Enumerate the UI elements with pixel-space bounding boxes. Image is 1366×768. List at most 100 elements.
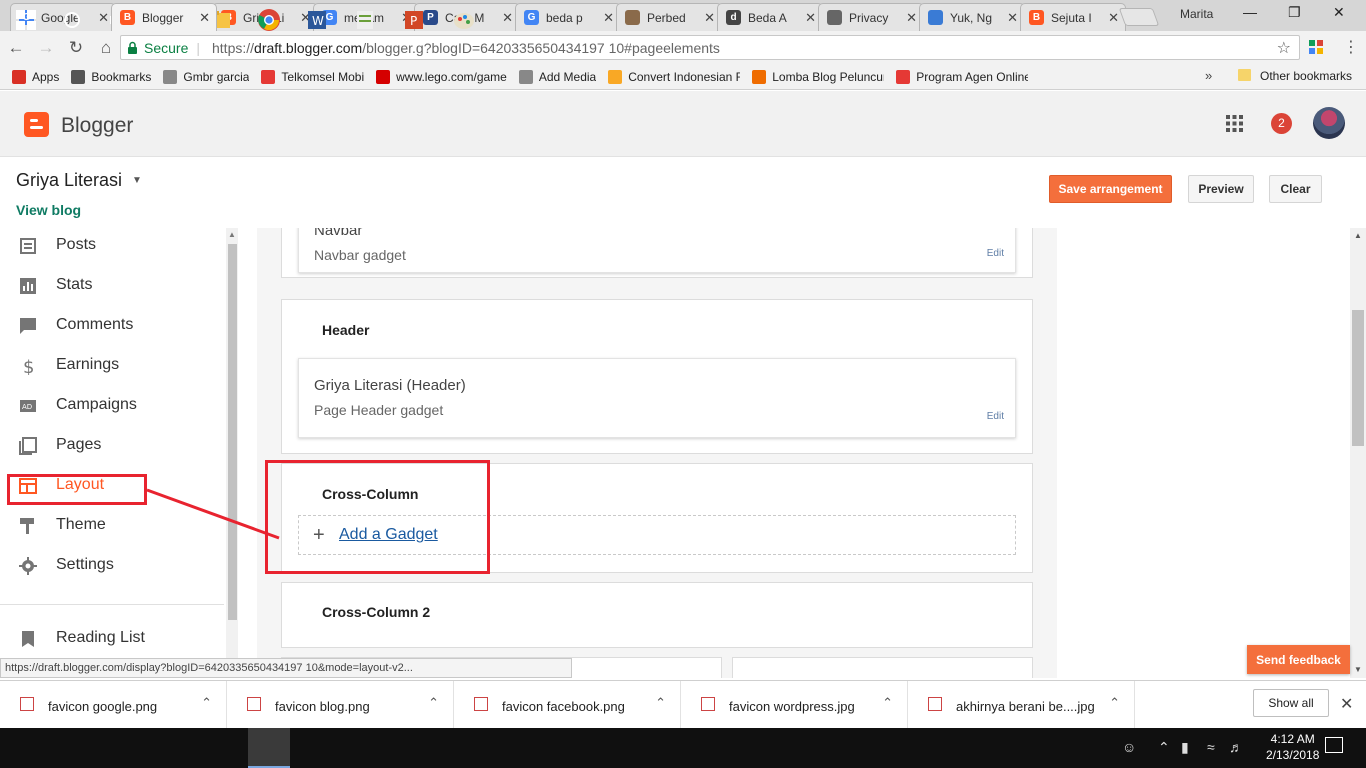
sidebar-item-settings[interactable]: Settings — [0, 546, 224, 586]
extension-icon[interactable] — [1308, 39, 1324, 55]
tab-close-icon[interactable]: ✕ — [1007, 10, 1018, 26]
view-blog-link[interactable]: View blog — [16, 202, 81, 218]
chevron-up-icon[interactable]: ⌃ — [655, 695, 666, 711]
bookmark-item[interactable]: Lomba Blog Peluncur — [752, 69, 884, 84]
download-item[interactable]: favicon blog.png ⌃ — [227, 681, 454, 729]
bookmark-star-icon[interactable]: ☆ — [1277, 38, 1291, 58]
tab-5[interactable]: Gbeda p ✕ — [515, 3, 621, 31]
chevron-up-icon[interactable]: ⌃ — [201, 695, 212, 711]
volume-icon[interactable]: ♬ — [1229, 739, 1243, 755]
tray-chevron-icon[interactable]: ⌃ — [1158, 739, 1170, 756]
back-button[interactable]: ← — [2, 38, 30, 58]
tab-7[interactable]: d Beda A ✕ — [717, 3, 823, 31]
blog-selector[interactable]: Griya Literasi ▼ — [16, 170, 142, 191]
edit-navbar-link[interactable]: Edit — [987, 248, 1004, 259]
header-gadget[interactable]: Griya Literasi (Header) Page Header gadg… — [298, 358, 1016, 438]
forward-button[interactable]: → — [32, 38, 60, 58]
reload-button[interactable]: ↻ — [62, 38, 90, 58]
app-title[interactable]: Blogger — [61, 114, 133, 138]
avatar[interactable] — [1313, 107, 1345, 139]
bookmark-item[interactable]: www.lego.com/game — [376, 69, 507, 84]
paint-icon[interactable] — [452, 8, 476, 32]
chevron-up-icon[interactable]: ⌃ — [428, 695, 439, 711]
download-item[interactable]: favicon wordpress.jpg ⌃ — [681, 681, 908, 729]
minimize-button[interactable]: — — [1243, 4, 1257, 20]
sidebar-item-pages[interactable]: Pages — [0, 426, 224, 466]
sidebar-item-comments[interactable]: Comments — [0, 306, 224, 346]
home-button[interactable]: ⌂ — [92, 38, 120, 58]
maximize-button[interactable]: ❐ — [1288, 4, 1301, 21]
taskbar-clock[interactable]: 4:12 AM 2/13/2018 — [1266, 731, 1319, 763]
tab-6[interactable]: Perbed ✕ — [616, 3, 722, 31]
tab-close-icon[interactable]: ✕ — [805, 10, 816, 26]
sidebar-item-reading-list[interactable]: Reading List — [0, 619, 224, 659]
address-bar[interactable]: Secure | https://draft.blogger.com/blogg… — [120, 35, 1300, 60]
word-icon[interactable]: W — [305, 8, 329, 32]
other-bookmarks[interactable]: Other bookmarks — [1260, 69, 1352, 83]
tab-8[interactable]: Privacy ✕ — [818, 3, 924, 31]
action-center-icon[interactable] — [1325, 737, 1343, 753]
search-icon[interactable] — [60, 8, 84, 32]
show-all-button[interactable]: Show all — [1253, 689, 1329, 717]
download-item[interactable]: favicon google.png ⌃ — [0, 681, 227, 729]
wifi-icon[interactable]: ≈ — [1207, 739, 1215, 755]
bookmark-item[interactable]: Telkomsel Mobi — [261, 69, 364, 84]
sidebar-item-earnings[interactable]: $ Earnings — [0, 346, 224, 386]
sidebar-scrollbar-thumb[interactable] — [228, 244, 237, 620]
bookmark-item[interactable]: Gmbr garcia — [163, 69, 249, 84]
sidebar-item-campaigns[interactable]: AD Campaigns — [0, 386, 224, 426]
scroll-up-icon[interactable]: ▲ — [228, 230, 236, 239]
menu-icon[interactable]: ⋮ — [1343, 37, 1359, 57]
bookmark-item[interactable]: Apps — [12, 69, 59, 84]
tab-10[interactable]: B Sejuta I ✕ — [1020, 3, 1126, 31]
url-text[interactable]: https://draft.blogger.com/blogger.g?blog… — [212, 40, 720, 56]
people-icon[interactable]: ☺ — [1122, 739, 1136, 755]
sidebar-item-posts[interactable]: Posts — [0, 228, 224, 266]
blogger-logo-icon[interactable] — [24, 112, 49, 137]
tab-close-icon[interactable]: ✕ — [603, 10, 614, 26]
tab-close-icon[interactable]: ✕ — [199, 10, 210, 26]
sidebar-item-theme[interactable]: Theme — [0, 506, 224, 546]
download-item[interactable]: akhirnya berani be....jpg ⌃ — [908, 681, 1135, 729]
chevron-up-icon[interactable]: ⌃ — [1109, 695, 1120, 711]
new-tab-button[interactable] — [1118, 8, 1160, 26]
notepad-plus-icon[interactable] — [353, 8, 377, 32]
tab-title: Blogger — [142, 10, 184, 25]
windows-start-icon[interactable] — [14, 8, 38, 32]
chevron-up-icon[interactable]: ⌃ — [882, 695, 893, 711]
close-window-button[interactable]: ✕ — [1333, 4, 1345, 21]
bookmarks-overflow-icon[interactable]: » — [1205, 68, 1212, 83]
bookmark-item[interactable]: Bookmarks — [71, 69, 151, 84]
apps-grid-icon[interactable] — [1226, 115, 1243, 135]
close-downloads-icon[interactable]: ✕ — [1340, 694, 1353, 714]
page-scrollbar[interactable] — [1350, 228, 1366, 678]
powerpoint-icon[interactable]: P — [402, 8, 426, 32]
tab-close-icon[interactable]: ✕ — [502, 10, 513, 26]
settings-icon — [19, 557, 37, 575]
clear-button[interactable]: Clear — [1269, 175, 1322, 203]
send-feedback-button[interactable]: Send feedback — [1247, 645, 1350, 674]
section-title: Cross-Column 2 — [322, 604, 431, 620]
bookmark-item[interactable]: Add Media — [518, 69, 596, 84]
bookmark-item[interactable]: Convert Indonesian R — [608, 69, 740, 84]
profile-name[interactable]: Marita — [1180, 7, 1213, 21]
tab-close-icon[interactable]: ✕ — [906, 10, 917, 26]
page-scroll-up-icon[interactable]: ▲ — [1354, 231, 1362, 240]
page-scrollbar-thumb[interactable] — [1352, 310, 1364, 446]
chrome-icon[interactable] — [257, 8, 281, 32]
tab-9[interactable]: Yuk, Ng ✕ — [919, 3, 1025, 31]
tab-close-icon[interactable]: ✕ — [704, 10, 715, 26]
edit-header-link[interactable]: Edit — [987, 411, 1004, 422]
bookmark-item[interactable]: Program Agen Online — [896, 69, 1028, 84]
preview-button[interactable]: Preview — [1188, 175, 1254, 203]
tab-close-icon[interactable]: ✕ — [1108, 10, 1119, 26]
navbar-gadget[interactable]: Navbar Navbar gadget Edit — [298, 228, 1016, 273]
notification-badge[interactable]: 2 — [1271, 113, 1292, 134]
page-scroll-down-icon[interactable]: ▼ — [1354, 665, 1362, 674]
download-item[interactable]: favicon facebook.png ⌃ — [454, 681, 681, 729]
sidebar-item-stats[interactable]: Stats — [0, 266, 224, 306]
battery-icon[interactable]: ▮ — [1181, 739, 1189, 756]
tab-1[interactable]: B Blogger ✕ — [111, 3, 217, 31]
secure-indicator[interactable]: Secure — [127, 40, 188, 56]
save-arrangement-button[interactable]: Save arrangement — [1049, 175, 1172, 203]
